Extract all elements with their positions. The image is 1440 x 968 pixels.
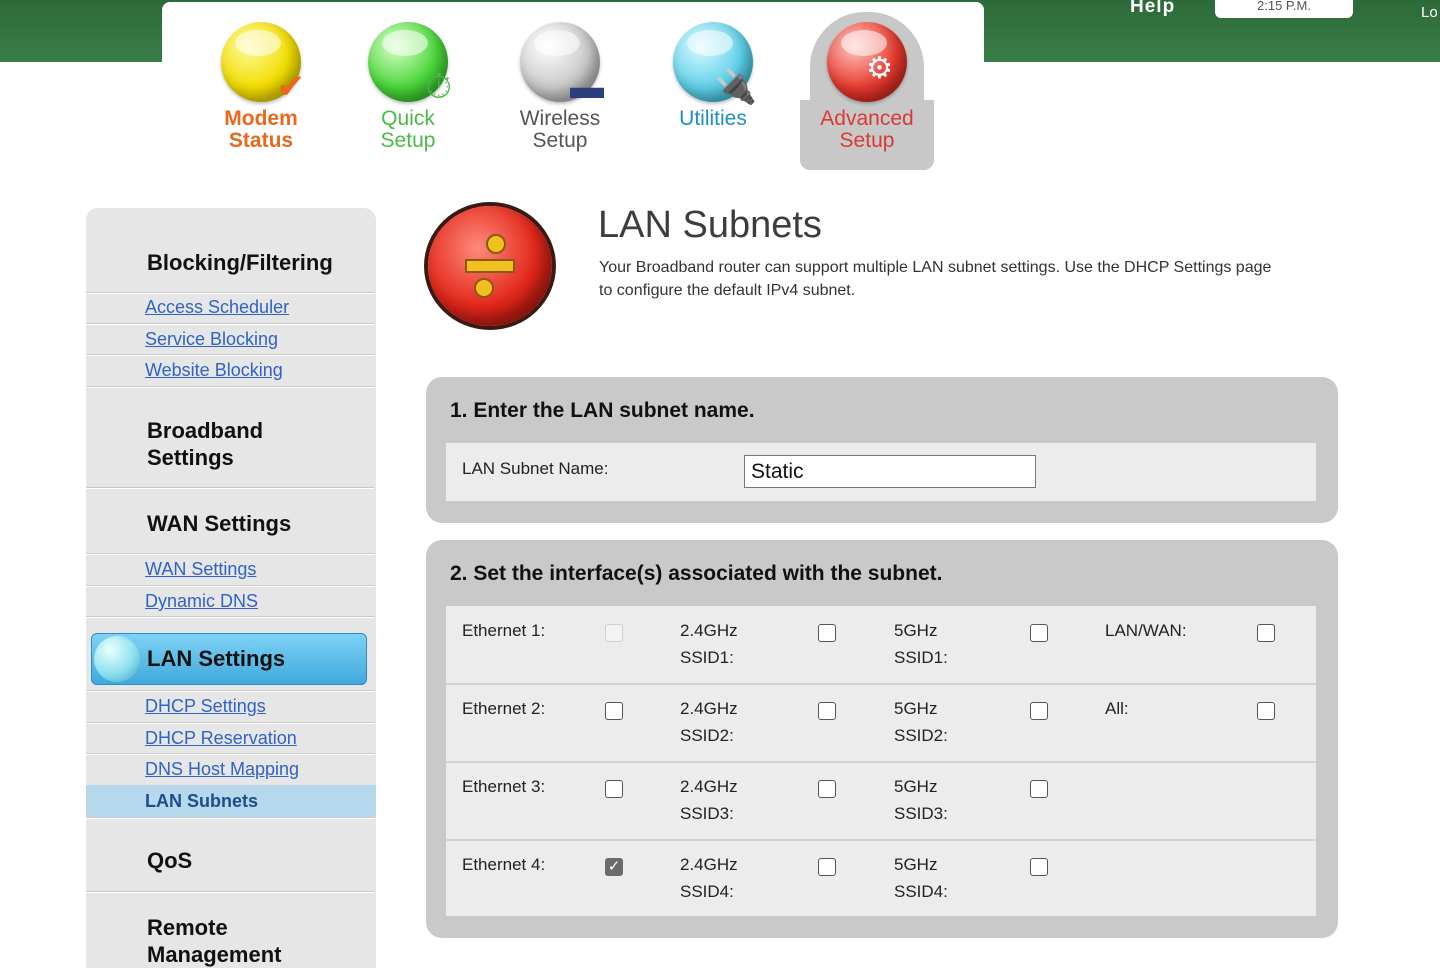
help-link[interactable]: Help [1130, 0, 1175, 18]
sidebar-heading-qos[interactable]: QoS [147, 847, 192, 874]
ssid1-24ghz-checkbox[interactable] [818, 624, 836, 642]
ssid2-5ghz-label: 5GHz SSID2: [894, 699, 948, 745]
section2-title: 2. Set the interface(s) associated with … [450, 562, 943, 585]
sidebar-heading-remote[interactable]: Remote Management [147, 914, 281, 968]
utilities-plug-icon: 🔌 [673, 22, 757, 104]
all-checkbox[interactable] [1257, 702, 1275, 720]
lan-settings-icon [94, 636, 140, 682]
ssid3-5ghz-label: 5GHz SSID3: [894, 777, 948, 823]
section1-title: 1. Enter the LAN subnet name. [450, 399, 755, 422]
wireless-router-icon: ▬ [520, 22, 604, 104]
lan-wan-label: LAN/WAN: [1105, 621, 1187, 640]
sidebar-link-access-scheduler[interactable]: Access Scheduler [145, 297, 289, 318]
sidebar-link-dns-host-mapping[interactable]: DNS Host Mapping [145, 759, 299, 780]
page-title: LAN Subnets [598, 204, 822, 246]
interfaces-panel: 2. Set the interface(s) associated with … [426, 540, 1338, 938]
ethernet-4-checkbox[interactable]: ✓ [605, 858, 623, 876]
ssid1-24ghz-label: 2.4GHz SSID1: [680, 621, 738, 667]
ethernet-1-label: Ethernet 1: [462, 621, 546, 640]
subnet-name-input[interactable] [744, 455, 1036, 488]
sidebar-heading-wan[interactable]: WAN Settings [147, 510, 291, 537]
subnet-name-label: LAN Subnet Name: [462, 459, 609, 478]
ssid4-5ghz-checkbox[interactable] [1030, 858, 1048, 876]
lan-subnets-icon [428, 206, 552, 326]
ssid4-24ghz-checkbox[interactable] [818, 858, 836, 876]
lan-wan-checkbox[interactable] [1257, 624, 1275, 642]
sidebar-item-lan-subnets-current[interactable]: LAN Subnets [86, 785, 376, 817]
sidebar-link-service-blocking[interactable]: Service Blocking [145, 329, 278, 350]
sidebar-heading-broadband[interactable]: Broadband Settings [147, 417, 263, 471]
stopwatch-icon: ⏱ [368, 22, 452, 104]
ethernet-2-checkbox[interactable] [605, 702, 623, 720]
tab-modem-status[interactable]: ✔ Modem Status [186, 22, 336, 152]
ssid4-5ghz-label: 5GHz SSID4: [894, 855, 948, 901]
sidebar-link-dhcp-reservation[interactable]: DHCP Reservation [145, 728, 297, 749]
interfaces-table: Ethernet 1: 2.4GHz SSID1: 5GHz SSID1: LAN/… [446, 606, 1316, 916]
logout-link[interactable]: Lo [1421, 4, 1438, 21]
ethernet-4-label: Ethernet 4: [462, 855, 546, 874]
ssid1-5ghz-checkbox[interactable] [1030, 624, 1048, 642]
subnet-name-panel: 1. Enter the LAN subnet name. LAN Subnet… [426, 377, 1338, 523]
modem-status-icon: ✔ [221, 22, 305, 104]
sidebar-link-website-blocking[interactable]: Website Blocking [145, 360, 283, 381]
ethernet-2-label: Ethernet 2: [462, 699, 546, 718]
tab-utilities[interactable]: 🔌 Utilities [638, 22, 788, 130]
ssid4-24ghz-label: 2.4GHz SSID4: [680, 855, 738, 901]
sidebar-heading-blocking[interactable]: Blocking/Filtering [147, 249, 333, 276]
sidebar-link-dynamic-dns[interactable]: Dynamic DNS [145, 591, 258, 612]
ssid2-24ghz-label: 2.4GHz SSID2: [680, 699, 738, 745]
ethernet-3-checkbox[interactable] [605, 780, 623, 798]
ssid1-5ghz-label: 5GHz SSID1: [894, 621, 948, 667]
sidebar-link-dhcp-settings[interactable]: DHCP Settings [145, 696, 266, 717]
subnet-name-row: LAN Subnet Name: [446, 443, 1316, 501]
tab-wireless-setup[interactable]: ▬ Wireless Setup [485, 22, 635, 152]
ssid2-24ghz-checkbox[interactable] [818, 702, 836, 720]
sidebar-link-wan-settings[interactable]: WAN Settings [145, 559, 256, 580]
ssid2-5ghz-checkbox[interactable] [1030, 702, 1048, 720]
sidebar: Blocking/Filtering Access Scheduler Serv… [86, 208, 376, 968]
ethernet-3-label: Ethernet 3: [462, 777, 546, 796]
ssid3-5ghz-checkbox[interactable] [1030, 780, 1048, 798]
time-display: 2:15 P.M. [1215, 0, 1353, 18]
all-label: All: [1105, 699, 1129, 718]
tab-advanced-setup[interactable]: ⚙ Advanced Setup [792, 22, 942, 152]
page-description: Your Broadband router can support multip… [599, 259, 1272, 299]
tab-quick-setup[interactable]: ⏱ Quick Setup [333, 22, 483, 152]
ethernet-1-checkbox [605, 624, 623, 642]
ssid3-24ghz-checkbox[interactable] [818, 780, 836, 798]
gears-icon: ⚙ [827, 22, 907, 102]
ssid3-24ghz-label: 2.4GHz SSID3: [680, 777, 738, 823]
divide-symbol-icon [465, 234, 515, 298]
sidebar-heading-lan-active[interactable]: LAN Settings [91, 633, 367, 685]
